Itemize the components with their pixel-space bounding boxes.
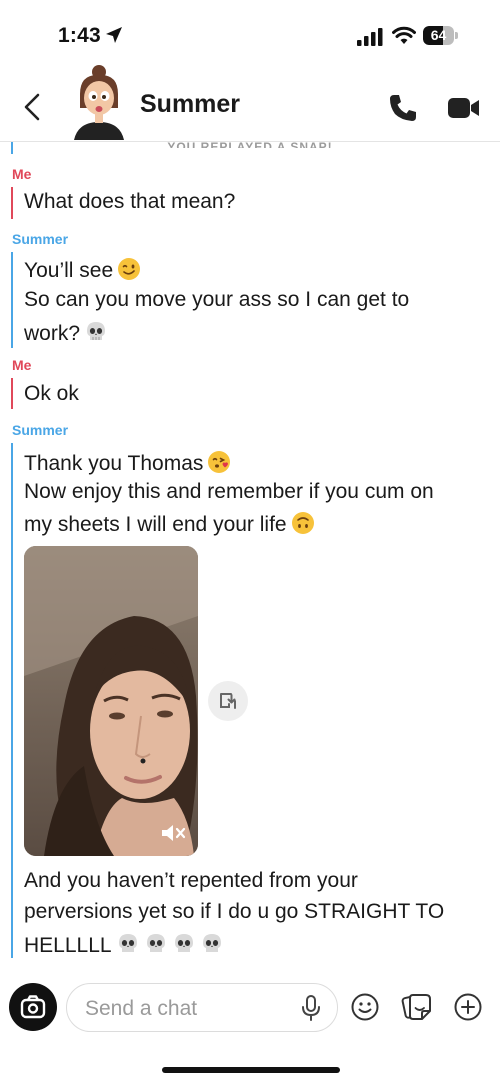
- sender-label-me: Me: [12, 357, 32, 373]
- video-snap-thumbnail[interactable]: [24, 546, 198, 856]
- message-text[interactable]: So can you move your ass so I can get to: [24, 288, 409, 312]
- skull-emoji-icon: [118, 934, 137, 952]
- message-list[interactable]: Me What does that mean? Summer You’ll se…: [0, 142, 500, 974]
- chat-header: Summer: [0, 65, 500, 142]
- cellular-signal-icon: [357, 28, 383, 46]
- skull-emoji-icon: [202, 934, 221, 952]
- camera-button[interactable]: [9, 983, 57, 1031]
- message-line: HELLLLL: [24, 934, 112, 957]
- microphone-icon[interactable]: [299, 994, 323, 1022]
- save-to-memories-button[interactable]: [208, 681, 248, 721]
- message-text[interactable]: my sheets I will end your life: [24, 511, 315, 537]
- location-arrow-icon: [106, 27, 122, 43]
- bitmoji-avatar[interactable]: [70, 64, 128, 140]
- sticker-icon[interactable]: [401, 992, 433, 1022]
- home-indicator[interactable]: [162, 1067, 340, 1073]
- winking-face-emoji-icon: [118, 258, 141, 280]
- status-time: 1:43: [58, 24, 101, 47]
- message-text[interactable]: HELLLLL: [24, 932, 224, 958]
- message-bar-summer: [11, 142, 13, 154]
- status-bar: 1:43 64: [0, 0, 500, 70]
- send-chat-placeholder: Send a chat: [85, 997, 198, 1020]
- skull-emoji-icon: [87, 322, 106, 340]
- contact-name[interactable]: Summer: [140, 90, 240, 119]
- muted-speaker-icon[interactable]: [160, 822, 186, 844]
- phone-icon[interactable]: [388, 93, 418, 123]
- skull-emoji-icon: [174, 934, 193, 952]
- message-line: work?: [24, 322, 81, 345]
- message-text[interactable]: You’ll see: [24, 257, 141, 283]
- camera-icon: [20, 995, 46, 1019]
- message-text[interactable]: Ok ok: [24, 382, 79, 406]
- upside-down-face-emoji-icon: [291, 512, 314, 534]
- message-text[interactable]: And you haven’t repented from your: [24, 869, 358, 893]
- message-line: Thank you Thomas: [24, 452, 204, 475]
- message-text[interactable]: Now enjoy this and remember if you cum o…: [24, 480, 434, 504]
- chat-composer: Send a chat: [0, 974, 500, 1084]
- save-to-chat-icon: [220, 693, 236, 709]
- skull-emoji-icon: [146, 934, 165, 952]
- sender-label-me: Me: [12, 166, 32, 182]
- message-line: my sheets I will end your life: [24, 513, 287, 536]
- battery-percent: 64: [430, 27, 447, 43]
- message-bar-summer: [11, 252, 13, 348]
- video-snap-image: [24, 546, 198, 856]
- message-text[interactable]: What does that mean?: [24, 190, 235, 214]
- sender-label-summer: Summer: [12, 422, 69, 438]
- message-bar-me: [11, 378, 13, 409]
- send-chat-input[interactable]: Send a chat: [66, 983, 338, 1032]
- message-text[interactable]: Thank you Thomas: [24, 450, 231, 476]
- chevron-left-icon[interactable]: [20, 92, 44, 122]
- message-line: You’ll see: [24, 259, 114, 282]
- message-text[interactable]: perversions yet so if I do u go STRAIGHT…: [24, 900, 444, 924]
- battery-icon: 64: [423, 26, 458, 46]
- video-camera-icon[interactable]: [448, 96, 480, 120]
- wifi-icon: [392, 26, 416, 44]
- message-bar-summer: [11, 443, 13, 958]
- smiley-icon[interactable]: [350, 992, 380, 1022]
- message-text[interactable]: work?: [24, 320, 108, 346]
- message-bar-me: [11, 187, 13, 219]
- plus-icon[interactable]: [453, 992, 483, 1022]
- sender-label-summer: Summer: [12, 231, 69, 247]
- face-blowing-kiss-emoji-icon: [208, 451, 231, 473]
